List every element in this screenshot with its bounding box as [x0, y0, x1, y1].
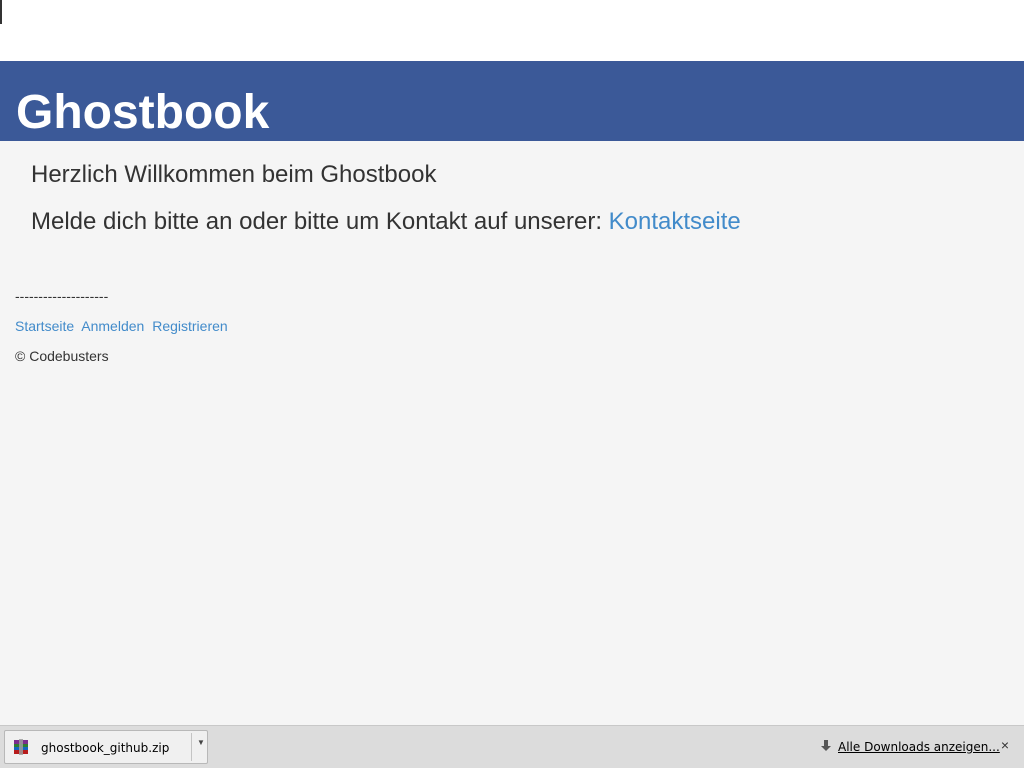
footer-link-anmelden[interactable]: Anmelden [81, 318, 144, 334]
login-prompt: Melde dich bitte an oder bitte um Kontak… [31, 207, 741, 237]
footer-link-registrieren[interactable]: Registrieren [152, 318, 227, 334]
copyright-text: © Codebusters [15, 348, 109, 364]
welcome-text: Herzlich Willkommen beim Ghostbook [31, 161, 437, 188]
address-area [0, 0, 1024, 61]
download-bar: ghostbook_github.zip ▼ Alle Downloads an… [0, 725, 1024, 768]
show-all-downloads-label: Alle Downloads anzeigen... [838, 740, 1000, 754]
archive-icon [14, 739, 28, 755]
close-icon[interactable]: × [998, 737, 1012, 753]
text-cursor [0, 0, 2, 24]
download-item[interactable]: ghostbook_github.zip ▼ [4, 730, 208, 764]
download-options-icon[interactable]: ▼ [195, 737, 207, 749]
download-arrow-icon [821, 740, 831, 751]
download-filename: ghostbook_github.zip [41, 741, 170, 755]
footer-link-startseite[interactable]: Startseite [15, 318, 74, 334]
login-prompt-text: Melde dich bitte an oder bitte um Kontak… [31, 208, 602, 235]
download-item-separator [191, 733, 192, 761]
site-title: Ghostbook [16, 86, 270, 139]
footer-divider: -------------------- [15, 288, 109, 304]
show-all-downloads-link[interactable]: Alle Downloads anzeigen... [820, 739, 1000, 755]
contact-page-link[interactable]: Kontaktseite [609, 208, 741, 235]
footer-nav: Startseite Anmelden Registrieren [15, 316, 232, 336]
